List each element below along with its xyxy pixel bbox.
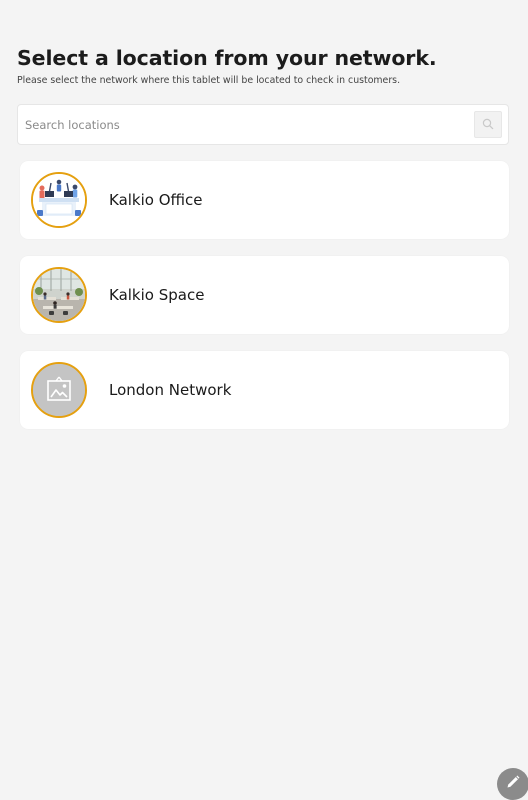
page-subtitle: Please select the network where this tab…	[17, 75, 401, 86]
location-card-london-network[interactable]: London Network	[20, 351, 509, 429]
pencil-icon	[505, 774, 521, 794]
search-button[interactable]	[474, 111, 502, 138]
location-card-kalkio-office[interactable]: Kalkio Office	[20, 161, 509, 239]
image-placeholder-icon	[31, 362, 87, 418]
search-icon	[482, 115, 494, 134]
location-name: London Network	[109, 381, 232, 399]
search-bar	[17, 104, 509, 145]
location-card-kalkio-space[interactable]: Kalkio Space	[20, 256, 509, 334]
location-name: Kalkio Office	[109, 191, 203, 209]
page-title: Select a location from your network.	[17, 46, 437, 70]
coworking-space-photo	[31, 267, 87, 323]
office-desk-illustration	[31, 172, 87, 228]
location-name: Kalkio Space	[109, 286, 205, 304]
edit-button[interactable]	[497, 768, 528, 800]
search-input[interactable]	[18, 105, 458, 144]
